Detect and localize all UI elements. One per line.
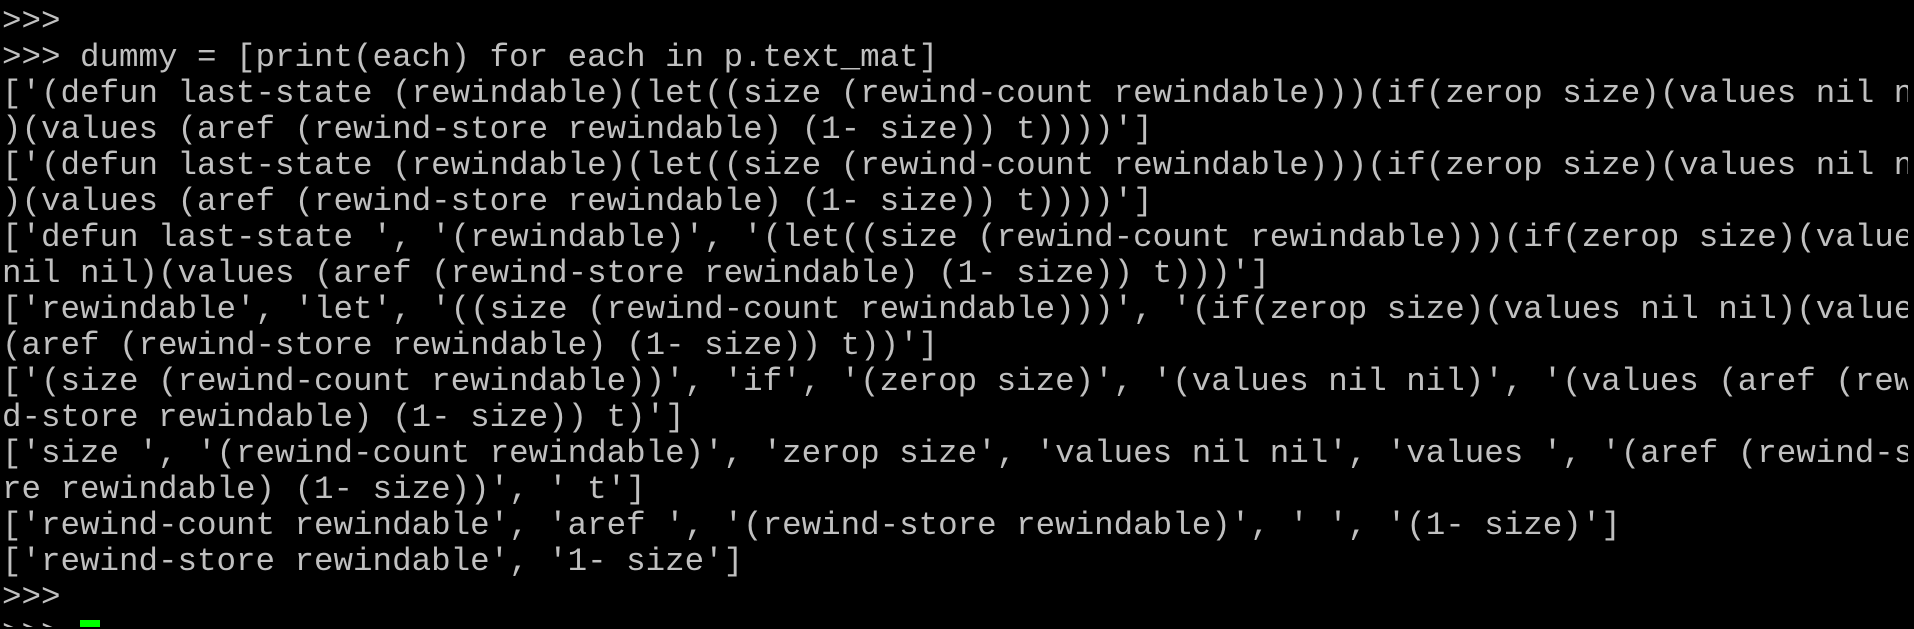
terminal-output: >>> >>> dummy = [print(each) for each in… [2,4,1908,627]
terminal-line: d-store rewindable) (1- size)) t)'] [2,399,685,436]
terminal-line: ['(defun last-state (rewindable)(let((si… [2,147,1908,184]
terminal-line: )(values (aref (rewind-store rewindable)… [2,183,1153,220]
terminal-line: nil nil)(values (aref (rewind-store rewi… [2,255,1270,292]
terminal-line: >>> dummy = [print(each) for each in p.t… [2,39,939,76]
terminal-line: )(values (aref (rewind-store rewindable)… [2,111,1153,148]
text-cursor [80,620,101,627]
terminal-line: ['(size (rewind-count rewindable))', 'if… [2,363,1908,400]
terminal-line: re rewindable) (1- size))', ' t'] [2,471,646,508]
terminal-line: ['defun last-state ', '(rewindable)', '(… [2,219,1908,256]
terminal-window[interactable]: >>> >>> dummy = [print(each) for each in… [2,4,1908,627]
terminal-line: ['rewind-count rewindable', 'aref ', '(r… [2,507,1621,544]
prompt: >>> [2,616,80,628]
terminal-line: (aref (rewind-store rewindable) (1- size… [2,327,939,364]
terminal-input-line[interactable]: >>> [2,616,1908,627]
terminal-line: >>> [2,4,61,40]
terminal-line: ['size ', '(rewind-count rewindable)', '… [2,435,1908,472]
terminal-line: >>> [2,579,61,616]
terminal-line: ['rewind-store rewindable', '1- size'] [2,543,744,580]
terminal-line: ['rewindable', 'let', '((size (rewind-co… [2,291,1908,328]
terminal-line: ['(defun last-state (rewindable)(let((si… [2,75,1908,112]
